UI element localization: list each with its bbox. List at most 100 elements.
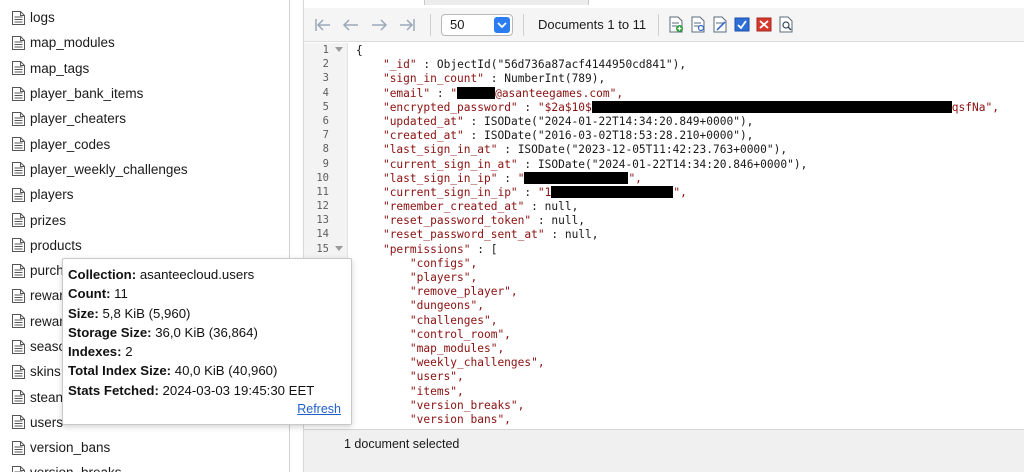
collection-document-icon bbox=[11, 212, 26, 228]
collection-document-icon bbox=[11, 161, 26, 177]
collection-document-icon bbox=[11, 111, 26, 127]
chevron-down-icon[interactable] bbox=[494, 16, 510, 33]
sidebar-item-collection[interactable]: version_bans bbox=[0, 435, 289, 460]
permission-item: "users", bbox=[356, 370, 999, 384]
permission-item: "control_room", bbox=[356, 328, 999, 342]
line-number: 7 bbox=[322, 129, 329, 142]
field-key: "updated_at" bbox=[382, 114, 464, 128]
line-number: 4 bbox=[322, 86, 329, 99]
field-key: "remember_created_at" bbox=[382, 200, 525, 214]
collection-document-icon bbox=[11, 364, 26, 380]
code-line: "encrypted_password" : "$2a$10$ qsfNa", bbox=[382, 100, 999, 114]
line-number: 10 bbox=[316, 171, 329, 184]
code-line: "email" : " @asanteegames.com", bbox=[382, 86, 624, 100]
active-tab[interactable] bbox=[424, 0, 589, 5]
fold-arrow-icon[interactable] bbox=[335, 245, 343, 251]
code-line: "reset_password_token" : null, bbox=[382, 214, 586, 228]
delete-document-icon[interactable] bbox=[755, 16, 773, 34]
field-value: null, bbox=[544, 200, 579, 214]
line-number: 1 bbox=[304, 43, 347, 57]
line-number: 14 bbox=[316, 228, 329, 241]
line-number: 9 bbox=[322, 157, 329, 170]
find-document-icon[interactable] bbox=[777, 16, 795, 34]
previous-page-icon[interactable] bbox=[338, 12, 364, 38]
field-value: @asanteegames.com", bbox=[495, 86, 624, 100]
add-document-icon[interactable] bbox=[667, 16, 685, 34]
sidebar-item-label: seaso bbox=[30, 339, 67, 354]
sidebar-item-label: stean bbox=[30, 389, 64, 405]
document-code[interactable]: { "_id" : ObjectId("56d736a87acf4144950c… bbox=[356, 44, 999, 425]
stat-indexes: Indexes: 2 bbox=[68, 344, 133, 360]
stat-fetched: Stats Fetched: 2024-03-03 19:45:30 EET bbox=[68, 382, 315, 398]
status-bar: 1 document selected bbox=[304, 429, 1024, 472]
sidebar-item-collection[interactable]: map_modules bbox=[0, 30, 289, 55]
code-line: "last_sign_in_at" : ISODate("2023-12-05T… bbox=[382, 143, 788, 157]
sidebar-item-collection[interactable]: version_breaks bbox=[0, 460, 289, 472]
view-document-icon[interactable] bbox=[689, 16, 707, 34]
sidebar-item-collection[interactable]: prizes bbox=[0, 207, 289, 232]
sidebar-item-collection[interactable]: logs bbox=[0, 5, 289, 30]
collection-stats-tooltip: Collection: asanteecloud.users Count: 11… bbox=[62, 258, 352, 425]
sidebar-item-collection[interactable]: players bbox=[0, 182, 289, 207]
collection-document-icon bbox=[11, 288, 26, 304]
redaction-box bbox=[524, 171, 629, 184]
last-page-icon[interactable] bbox=[394, 12, 420, 38]
field-key: "encrypted_password" bbox=[382, 100, 518, 114]
field-key: "current_sign_in_ip" bbox=[382, 185, 518, 199]
code-line: { bbox=[356, 44, 363, 57]
permission-item: "challenges", bbox=[356, 314, 999, 328]
permission-item: "version_breaks", bbox=[356, 399, 999, 413]
sidebar-item-collection[interactable]: player_bank_items bbox=[0, 81, 289, 106]
page-size-select[interactable]: 50 bbox=[441, 13, 513, 36]
field-value: ", bbox=[628, 171, 642, 185]
code-line: "sign_in_count" : NumberInt(789), bbox=[382, 72, 606, 86]
line-number: 15 bbox=[304, 242, 347, 256]
sidebar-item-label: rewar bbox=[30, 313, 64, 329]
code-line: "current_sign_in_at" : ISODate("2024-01-… bbox=[382, 157, 808, 171]
field-value: ObjectId("56d736a87acf4144950cd841"), bbox=[436, 58, 687, 72]
permission-item: "version_bans", bbox=[356, 413, 999, 425]
permission-item: "remove_player", bbox=[356, 285, 999, 299]
json-editor[interactable]: 1 2 3 4 5 6 7 8 9 10 11 12 13 14 15 { "_id" : ObjectId… bbox=[304, 43, 1024, 425]
field-value: ", bbox=[673, 185, 687, 199]
field-key: "last_sign_in_at" bbox=[382, 143, 498, 157]
redaction-box bbox=[591, 100, 952, 113]
sidebar-item-collection[interactable]: player_weekly_challenges bbox=[0, 157, 289, 182]
sidebar-item-collection[interactable]: player_codes bbox=[0, 131, 289, 156]
sidebar-item-label: player_bank_items bbox=[30, 86, 144, 102]
code-line: "last_sign_in_ip" : " ", bbox=[382, 171, 642, 185]
documents-panel: 50 Documents 1 to 11 1 2 3 4 5 6 7 8 9 10 11 12 13 14… bbox=[303, 0, 1024, 472]
permission-value: "remove_player", bbox=[409, 285, 518, 299]
permission-item: "items", bbox=[356, 385, 999, 399]
field-value: ISODate("2024-01-22T14:34:20.846+0000"), bbox=[537, 157, 808, 171]
redaction-box bbox=[551, 185, 674, 198]
collection-document-icon bbox=[11, 465, 26, 472]
refresh-link[interactable]: Refresh bbox=[297, 402, 341, 416]
select-document-icon[interactable] bbox=[733, 16, 751, 34]
stat-total-index-size: Total Index Size: 40,0 KiB (40,960) bbox=[68, 363, 278, 379]
sidebar-item-collection[interactable]: map_tags bbox=[0, 56, 289, 81]
fold-arrow-icon[interactable] bbox=[335, 47, 343, 52]
sidebar-item-label: map_modules bbox=[30, 35, 115, 51]
collection-document-icon bbox=[11, 414, 26, 430]
sidebar-item-label: player_weekly_challenges bbox=[30, 161, 188, 177]
sidebar-item-label: rewar bbox=[30, 288, 64, 304]
collection-document-icon bbox=[11, 35, 26, 51]
sidebar-item-collection[interactable]: player_cheaters bbox=[0, 106, 289, 131]
line-number: 13 bbox=[316, 214, 329, 227]
sidebar-item-label: map_tags bbox=[30, 60, 90, 76]
next-page-icon[interactable] bbox=[366, 12, 392, 38]
first-page-icon[interactable] bbox=[310, 12, 336, 38]
sidebar-item-collection[interactable]: products bbox=[0, 233, 289, 258]
sidebar-item-label: logs bbox=[30, 10, 55, 26]
sidebar-item-label: users bbox=[30, 414, 64, 430]
permission-value: "map_modules", bbox=[409, 341, 505, 355]
documents-range-label: Documents 1 to 11 bbox=[538, 17, 647, 32]
sidebar-item-label: purch bbox=[30, 263, 64, 279]
edit-document-icon[interactable] bbox=[711, 16, 729, 34]
toolbar-separator bbox=[658, 13, 660, 36]
field-value: NumberInt(789), bbox=[504, 72, 606, 86]
permission-value: "control_room", bbox=[409, 327, 511, 341]
code-line: "reset_password_sent_at" : null, bbox=[382, 228, 599, 242]
field-key: "last_sign_in_ip" bbox=[382, 171, 498, 185]
